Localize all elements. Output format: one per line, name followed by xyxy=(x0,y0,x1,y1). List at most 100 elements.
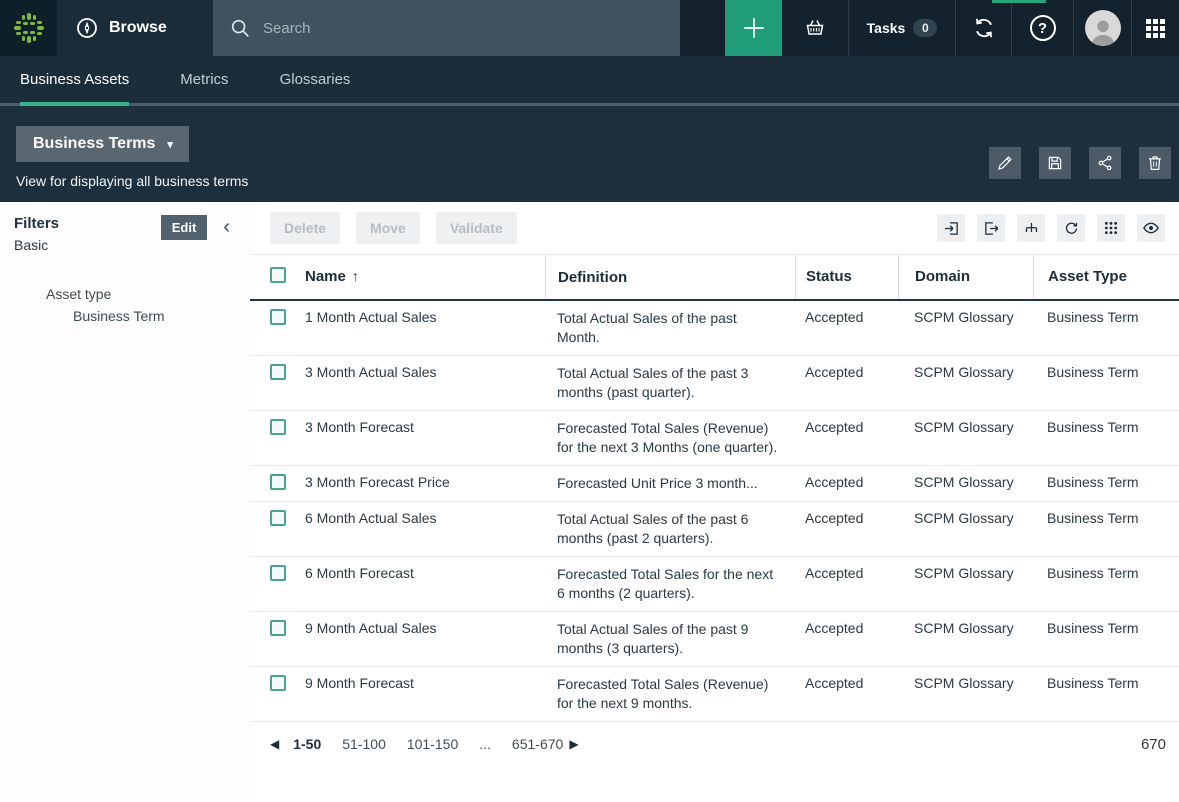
visibility-button[interactable] xyxy=(1137,214,1165,242)
tab-metrics[interactable]: Metrics xyxy=(180,56,228,103)
view-name: Business Terms xyxy=(33,135,155,153)
row-checkbox-cell xyxy=(250,667,296,721)
create-asset-button[interactable] xyxy=(725,0,782,56)
row-checkbox[interactable] xyxy=(270,675,286,691)
table-row[interactable]: 6 Month Forecast Forecasted Total Sales … xyxy=(250,557,1179,612)
view-header: Business Terms ▾ View for displaying all… xyxy=(0,106,1179,202)
status-cell: Accepted xyxy=(795,612,898,666)
save-icon xyxy=(1046,154,1064,172)
row-checkbox[interactable] xyxy=(270,510,286,526)
filters-title: Filters xyxy=(14,215,59,232)
asset-name-cell[interactable]: 1 Month Actual Sales xyxy=(296,301,545,355)
status-cell: Accepted xyxy=(795,667,898,721)
refresh-button[interactable] xyxy=(1057,214,1085,242)
collapse-sidebar-chevron-icon[interactable]: ‹ xyxy=(223,217,230,237)
apps-grid-icon xyxy=(1146,19,1165,38)
page-link[interactable]: 1-50 xyxy=(293,736,321,752)
column-header-asset-type[interactable]: Asset Type xyxy=(1033,255,1179,299)
row-checkbox[interactable] xyxy=(270,309,286,325)
domain-cell[interactable]: SCPM Glossary xyxy=(898,612,1033,666)
row-checkbox[interactable] xyxy=(270,364,286,380)
top-navigation-bar: Browse Tasks 0 xyxy=(0,0,1179,56)
tab-glossaries[interactable]: Glossaries xyxy=(280,56,351,103)
page-link: ... xyxy=(479,736,491,752)
table-row[interactable]: 9 Month Forecast Forecasted Total Sales … xyxy=(250,667,1179,722)
chevron-down-icon: ▾ xyxy=(167,138,173,151)
hierarchy-button[interactable] xyxy=(1017,214,1045,242)
column-header-domain[interactable]: Domain xyxy=(898,255,1033,299)
import-button[interactable] xyxy=(937,214,965,242)
domain-cell[interactable]: SCPM Glossary xyxy=(898,557,1033,611)
table-row[interactable]: 3 Month Forecast Price Forecasted Unit P… xyxy=(250,466,1179,502)
filter-value-label[interactable]: Business Term xyxy=(14,308,236,324)
table-row[interactable]: 3 Month Actual Sales Total Actual Sales … xyxy=(250,356,1179,411)
delete-view-button[interactable] xyxy=(1139,147,1171,179)
sync-icon xyxy=(971,15,997,41)
edit-filters-button[interactable]: Edit xyxy=(161,215,208,240)
grid-view-button[interactable] xyxy=(1097,214,1125,242)
sort-asc-icon[interactable]: ↑ xyxy=(352,268,359,284)
asset-name-cell[interactable]: 6 Month Forecast xyxy=(296,557,545,611)
definition-cell: Forecasted Total Sales (Revenue) for the… xyxy=(545,411,795,465)
save-view-button[interactable] xyxy=(1039,147,1071,179)
move-button[interactable]: Move xyxy=(356,212,420,244)
page-body: Filters Basic Edit ‹ Asset type Business… xyxy=(0,202,1179,802)
previous-page-icon[interactable]: ◀ xyxy=(270,737,279,751)
column-header-status[interactable]: Status xyxy=(795,255,898,299)
domain-cell[interactable]: SCPM Glossary xyxy=(898,466,1033,501)
asset-name-cell[interactable]: 6 Month Actual Sales xyxy=(296,502,545,556)
help-button[interactable]: ? xyxy=(1011,0,1073,56)
hierarchy-icon xyxy=(1023,220,1040,237)
data-basket-button[interactable] xyxy=(782,0,848,56)
page-link[interactable]: 51-100 xyxy=(342,736,386,752)
page-link[interactable]: 651-670 xyxy=(512,736,563,752)
share-view-button[interactable] xyxy=(1089,147,1121,179)
table-body: 1 Month Actual Sales Total Actual Sales … xyxy=(250,301,1179,722)
status-cell: Accepted xyxy=(795,411,898,465)
row-checkbox[interactable] xyxy=(270,565,286,581)
row-checkbox[interactable] xyxy=(270,474,286,490)
table-row[interactable]: 6 Month Actual Sales Total Actual Sales … xyxy=(250,502,1179,557)
domain-cell[interactable]: SCPM Glossary xyxy=(898,667,1033,721)
browse-menu-button[interactable]: Browse xyxy=(57,0,213,56)
tab-business-assets[interactable]: Business Assets xyxy=(20,56,129,103)
status-cell: Accepted xyxy=(795,356,898,410)
validate-button[interactable]: Validate xyxy=(436,212,517,244)
tasks-label: Tasks xyxy=(867,20,906,36)
user-avatar-button[interactable] xyxy=(1073,0,1131,56)
export-icon xyxy=(983,220,1000,237)
next-page-icon[interactable]: ▶ xyxy=(569,737,578,751)
select-all-checkbox[interactable] xyxy=(270,267,286,283)
table-row[interactable]: 1 Month Actual Sales Total Actual Sales … xyxy=(250,301,1179,356)
refresh-icon xyxy=(1063,220,1080,237)
asset-name-cell[interactable]: 9 Month Actual Sales xyxy=(296,612,545,666)
table-row[interactable]: 3 Month Forecast Forecasted Total Sales … xyxy=(250,411,1179,466)
row-checkbox[interactable] xyxy=(270,419,286,435)
page-link[interactable]: 101-150 xyxy=(407,736,458,752)
browse-label: Browse xyxy=(109,19,167,37)
domain-cell[interactable]: SCPM Glossary xyxy=(898,301,1033,355)
edit-view-button[interactable] xyxy=(989,147,1021,179)
view-selector-button[interactable]: Business Terms ▾ xyxy=(16,126,189,162)
asset-name-cell[interactable]: 3 Month Forecast Price xyxy=(296,466,545,501)
select-all-cell xyxy=(250,255,296,299)
domain-cell[interactable]: SCPM Glossary xyxy=(898,502,1033,556)
asset-name-cell[interactable]: 3 Month Forecast xyxy=(296,411,545,465)
table-row[interactable]: 9 Month Actual Sales Total Actual Sales … xyxy=(250,612,1179,667)
import-icon xyxy=(943,220,960,237)
asset-name-cell[interactable]: 3 Month Actual Sales xyxy=(296,356,545,410)
search-input[interactable] xyxy=(263,20,623,37)
domain-cell[interactable]: SCPM Glossary xyxy=(898,411,1033,465)
tasks-button[interactable]: Tasks 0 xyxy=(848,0,955,56)
row-checkbox[interactable] xyxy=(270,620,286,636)
pagination-bar: ◀ 1-50 51-100 101-150 ... 651-670 ▶ 670 xyxy=(250,722,1179,766)
export-button[interactable] xyxy=(977,214,1005,242)
app-logo-button[interactable] xyxy=(0,0,57,56)
sync-activities-button[interactable] xyxy=(955,0,1011,56)
domain-cell[interactable]: SCPM Glossary xyxy=(898,356,1033,410)
column-header-definition[interactable]: Definition xyxy=(545,255,795,299)
asset-name-cell[interactable]: 9 Month Forecast xyxy=(296,667,545,721)
column-header-name[interactable]: Name↑ xyxy=(296,255,545,299)
delete-button[interactable]: Delete xyxy=(270,212,340,244)
apps-menu-button[interactable] xyxy=(1131,0,1179,56)
